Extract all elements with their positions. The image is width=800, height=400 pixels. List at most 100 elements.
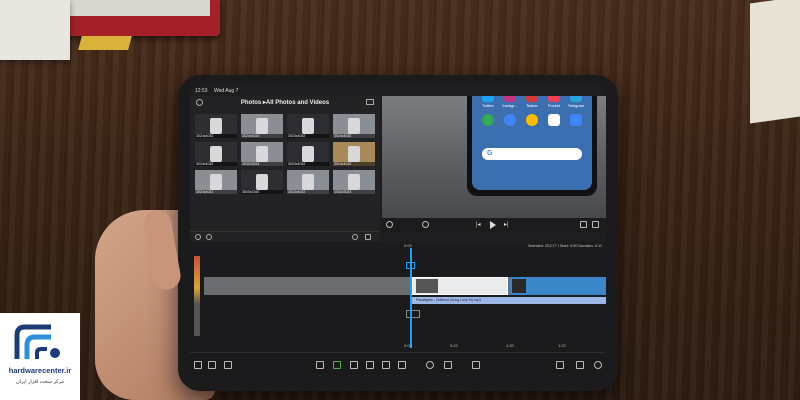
add-track-icon[interactable] — [406, 310, 420, 318]
grid-view-icon[interactable] — [365, 234, 371, 240]
phone-screen: Twitter Instagr... Tasker Pocket Telegra… — [472, 96, 592, 190]
paper-stack — [750, 0, 800, 124]
camera-icon[interactable] — [382, 361, 390, 369]
list-icon[interactable] — [208, 361, 216, 369]
resolution-label: 3840x2160 — [241, 190, 283, 194]
media-thumbnail[interactable]: 4032x3024 — [241, 142, 283, 166]
video-preview[interactable]: Twitter Instagr... Tasker Pocket Telegra… — [382, 96, 606, 218]
record-icon[interactable] — [333, 361, 341, 369]
media-thumbnail[interactable]: 4032x3024 — [333, 170, 375, 194]
phone-in-video: Twitter Instagr... Tasker Pocket Telegra… — [467, 96, 597, 196]
timeline-header: 0:00 Selected: 2DC77 I Start: 0:00 Durat… — [190, 242, 606, 252]
pen-icon[interactable] — [366, 361, 374, 369]
app-icon — [482, 114, 494, 126]
tablet-screen: 12:53 Wed Aug 7 Photos ▸All Photos and V… — [190, 86, 606, 376]
status-bar: 12:53 Wed Aug 7 — [190, 86, 606, 96]
phone-image — [347, 117, 361, 135]
shield-icon[interactable] — [422, 221, 429, 228]
resolution-label: 4032x3024 — [333, 190, 375, 194]
google-search-bar: G — [482, 148, 582, 160]
logo-site: hardwarecenter.ir — [8, 366, 72, 375]
link-icon[interactable] — [350, 361, 358, 369]
phone-image — [301, 173, 315, 191]
media-title[interactable]: Photos ▸All Photos and Videos — [190, 99, 380, 106]
resolution-label: 3024x4032 — [195, 190, 237, 194]
resolution-label: 3024x4032 — [333, 162, 375, 166]
media-thumbnail[interactable]: 3024x4032 — [287, 142, 329, 166]
skip-forward-icon[interactable]: ▸| — [504, 221, 510, 229]
ruler-tick: 0:00 — [404, 343, 412, 348]
paper-sheet — [0, 0, 70, 60]
resolution-label: 3024x4032 — [195, 162, 237, 166]
phone-image — [255, 145, 269, 163]
camera-icon — [570, 114, 582, 126]
resolution-label: 3024x4032 — [241, 134, 283, 138]
audio-icon[interactable] — [224, 361, 232, 369]
phone-image — [301, 145, 315, 163]
media-thumbnail[interactable]: 3024x4032 — [241, 114, 283, 138]
media-thumbnail[interactable]: 3024x4032 — [333, 114, 375, 138]
export-icon[interactable] — [194, 361, 202, 369]
fullscreen-icon[interactable] — [592, 221, 599, 228]
play-button[interactable] — [490, 221, 496, 229]
resolution-label: 3024x4032 — [195, 134, 237, 138]
trim-icon[interactable] — [316, 361, 324, 369]
media-thumbnail[interactable]: 3024x4032 — [195, 142, 237, 166]
media-browser: Photos ▸All Photos and Videos 3024x4032 3… — [190, 96, 380, 241]
ruler-tick: 0:23 — [450, 343, 458, 348]
yellow-notebook — [78, 36, 132, 50]
app-label: Tasker — [526, 103, 538, 108]
share-icon[interactable] — [576, 361, 584, 369]
audio-label: Paradigms - Outlined (Song Loop M).mp3 — [416, 298, 481, 302]
playhead[interactable] — [410, 248, 412, 348]
phone-image — [255, 173, 269, 191]
app-label: Telegram — [567, 103, 585, 108]
twitter-icon — [482, 96, 494, 102]
settings-icon[interactable] — [195, 234, 201, 240]
clip-icon[interactable] — [398, 361, 406, 369]
delete-icon[interactable] — [472, 361, 480, 369]
google-logo: G — [487, 150, 493, 157]
filter-icon[interactable] — [206, 234, 212, 240]
add-icon[interactable] — [426, 361, 434, 369]
logo-icon — [14, 324, 60, 359]
phone-image — [301, 117, 315, 135]
info-icon[interactable] — [386, 221, 393, 228]
media-thumbnail[interactable]: 3024x4032 — [287, 170, 329, 194]
bottom-toolbar — [190, 352, 606, 376]
phone-image — [209, 117, 223, 135]
book-pages — [62, 0, 210, 16]
clip-thumbnail — [416, 279, 438, 293]
resolution-label: 3024x4032 — [287, 134, 329, 138]
instagram-icon — [504, 96, 516, 102]
media-thumbnail[interactable]: 3024x4032 — [333, 142, 375, 166]
phone-image — [255, 117, 269, 135]
copy-icon[interactable] — [556, 361, 564, 369]
undo-icon[interactable] — [580, 221, 587, 228]
media-thumbnail[interactable]: 3024x4032 — [195, 170, 237, 194]
status-time: 12:53 — [195, 88, 208, 94]
phone-image — [347, 173, 361, 191]
logo-tagline: مرکز سخت افزار ایران — [15, 379, 64, 385]
tasker-icon — [526, 96, 538, 102]
settings-icon[interactable] — [594, 361, 602, 369]
app-label: Pocket — [547, 103, 561, 108]
clip-thumbnail — [512, 279, 526, 293]
app-label: Twitter — [482, 103, 494, 108]
resolution-label: 3024x4032 — [287, 162, 329, 166]
search-icon[interactable] — [352, 234, 358, 240]
import-icon[interactable] — [366, 99, 374, 105]
resolution-label: 3024x4032 — [333, 134, 375, 138]
media-thumbnail[interactable]: 3024x4032 — [287, 114, 329, 138]
chrome-icon — [526, 114, 538, 126]
media-thumbnail[interactable]: 3024x4032 — [195, 114, 237, 138]
ruler-tick: 1:23 — [558, 343, 566, 348]
app-label: Instagr... — [502, 103, 518, 108]
media-thumbnail[interactable]: 3840x2160 — [241, 170, 283, 194]
ruler-tick: 1:20 — [506, 343, 514, 348]
pocket-icon — [548, 96, 560, 102]
tablet: 12:53 Wed Aug 7 Photos ▸All Photos and V… — [178, 75, 618, 391]
skip-back-icon[interactable]: |◂ — [476, 221, 482, 229]
timeline: 0:00 Selected: 2DC77 I Start: 0:00 Durat… — [190, 242, 606, 352]
split-icon[interactable] — [444, 361, 452, 369]
